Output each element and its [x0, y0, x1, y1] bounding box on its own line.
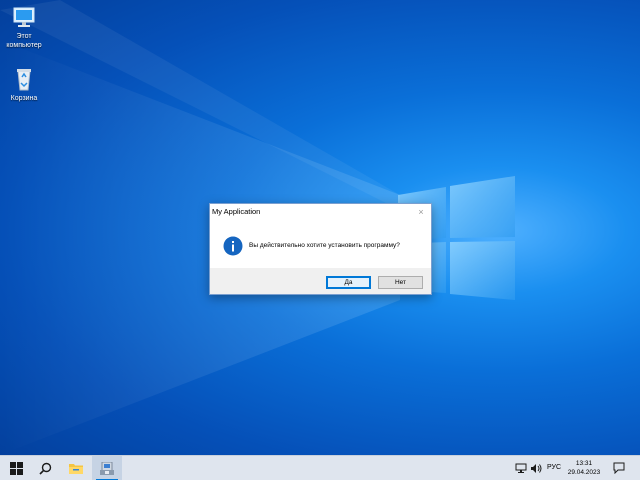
desktop-icon-label: Этот компьютер: [6, 33, 42, 49]
desktop-icon-recycle-bin[interactable]: Корзина: [0, 66, 48, 103]
no-button[interactable]: Нет: [378, 276, 423, 289]
search-icon: [39, 462, 52, 475]
language-indicator[interactable]: РУС: [547, 464, 561, 471]
installer-app-icon: [100, 462, 114, 475]
taskbar-installer-app[interactable]: [92, 456, 122, 480]
yes-button[interactable]: Да: [326, 276, 371, 289]
this-pc-icon: [13, 7, 35, 27]
search-button[interactable]: [31, 456, 61, 480]
recycle-bin-icon: [17, 69, 31, 91]
info-icon: [223, 236, 243, 256]
dialog-titlebar[interactable]: My Application ×: [210, 204, 431, 220]
clock[interactable]: 13:31 29.04.2023: [562, 459, 606, 477]
file-explorer-icon: [69, 464, 83, 474]
taskbar-file-explorer[interactable]: [61, 456, 91, 480]
taskbar: РУС 13:31 29.04.2023: [0, 455, 640, 480]
start-button[interactable]: [2, 456, 32, 480]
desktop-icon-label: Корзина: [10, 95, 38, 102]
network-icon[interactable]: [515, 463, 527, 474]
clock-time: 13:31: [575, 460, 593, 467]
dialog-message: Вы действительно хотите установить прогр…: [249, 242, 400, 249]
notifications-icon[interactable]: [613, 462, 625, 474]
clock-date: 29.04.2023: [567, 469, 601, 476]
message-dialog: My Application × Вы действительно хотите…: [209, 203, 432, 295]
volume-icon[interactable]: [530, 463, 542, 474]
dialog-footer: Да Нет: [210, 268, 431, 294]
dialog-content: Вы действительно хотите установить прогр…: [210, 220, 431, 268]
start-icon: [10, 462, 23, 475]
desktop-icon-this-pc[interactable]: Этот компьютер: [0, 6, 48, 50]
dialog-title: My Application: [212, 207, 261, 216]
close-button[interactable]: ×: [414, 205, 428, 219]
